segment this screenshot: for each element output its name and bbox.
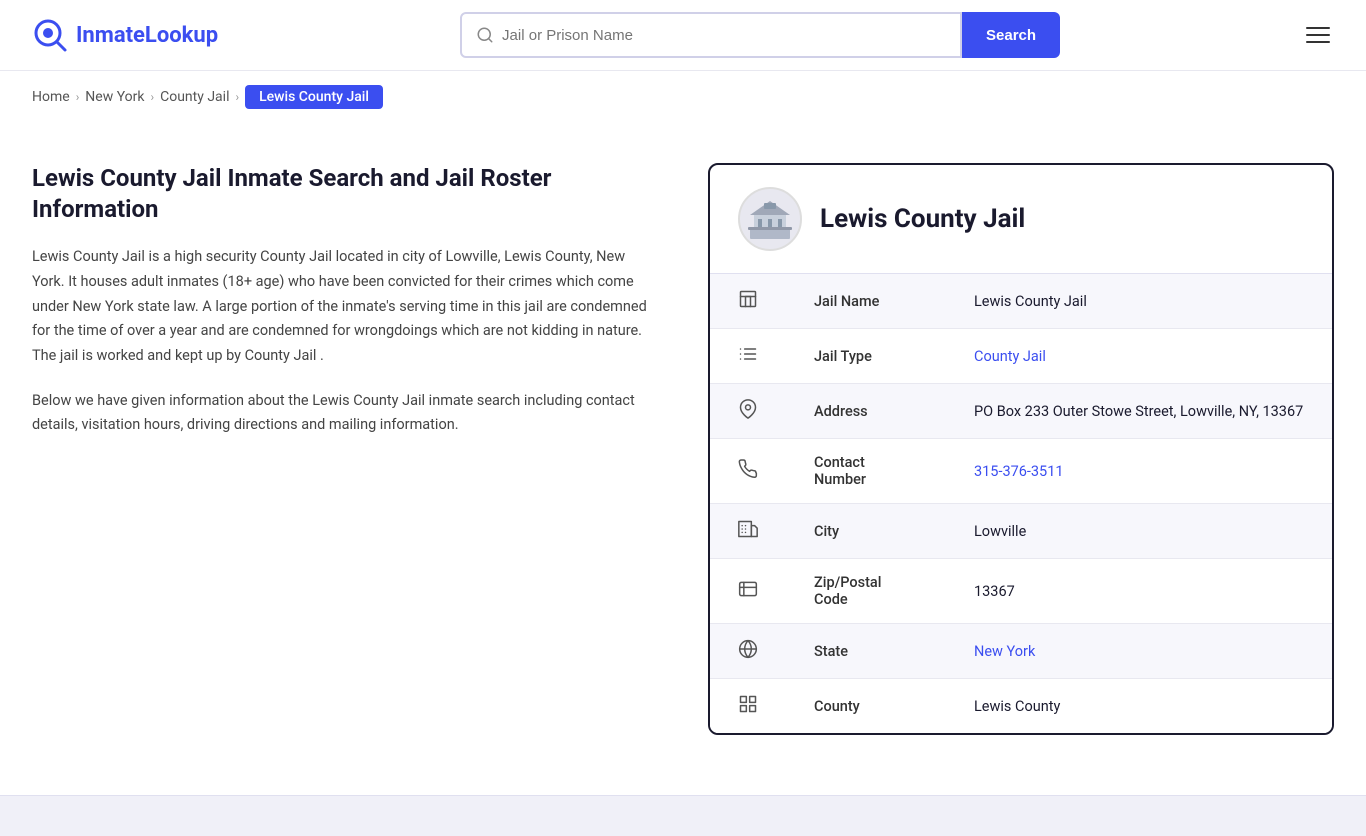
hamburger-menu[interactable]	[1302, 23, 1334, 47]
row-value[interactable]: County Jail	[946, 329, 1332, 384]
row-value[interactable]: New York	[946, 624, 1332, 679]
breadcrumb-sep-1: ›	[76, 90, 80, 104]
state-icon	[710, 624, 786, 679]
jail-avatar	[738, 187, 802, 251]
courthouse-icon	[746, 195, 794, 243]
table-row: Zip/Postal Code13367	[710, 559, 1332, 624]
row-label: Jail Type	[786, 329, 946, 384]
row-label: Contact Number	[786, 439, 946, 504]
row-value: PO Box 233 Outer Stowe Street, Lowville,…	[946, 384, 1332, 439]
left-panel: Lewis County Jail Inmate Search and Jail…	[32, 163, 668, 735]
building-icon	[710, 274, 786, 329]
city-icon	[710, 504, 786, 559]
table-row: Jail TypeCounty Jail	[710, 329, 1332, 384]
row-label: County	[786, 679, 946, 734]
row-value: Lewis County	[946, 679, 1332, 734]
search-icon	[476, 26, 494, 44]
table-row: StateNew York	[710, 624, 1332, 679]
table-row: AddressPO Box 233 Outer Stowe Street, Lo…	[710, 384, 1332, 439]
county-icon	[710, 679, 786, 734]
info-table: Jail NameLewis County JailJail TypeCount…	[710, 274, 1332, 733]
phone-icon	[710, 439, 786, 504]
breadcrumb-home[interactable]: Home	[32, 89, 70, 105]
row-label: State	[786, 624, 946, 679]
right-panel: Lewis County Jail Jail NameLewis County …	[708, 163, 1334, 735]
row-label: Address	[786, 384, 946, 439]
footer-bar	[0, 795, 1366, 836]
page-title: Lewis County Jail Inmate Search and Jail…	[32, 163, 658, 225]
info-card: Lewis County Jail Jail NameLewis County …	[708, 163, 1334, 735]
search-area: Search	[460, 12, 1060, 58]
page-description-1: Lewis County Jail is a high security Cou…	[32, 245, 658, 368]
zip-icon	[710, 559, 786, 624]
row-value: Lewis County Jail	[946, 274, 1332, 329]
card-header: Lewis County Jail	[710, 165, 1332, 274]
logo-icon	[32, 17, 68, 53]
card-title: Lewis County Jail	[820, 204, 1025, 234]
row-value: Lowville	[946, 504, 1332, 559]
breadcrumb-category[interactable]: County Jail	[160, 89, 229, 105]
logo-text: InmateLookup	[76, 23, 218, 48]
hamburger-line-1	[1306, 27, 1330, 29]
main-content: Lewis County Jail Inmate Search and Jail…	[0, 123, 1366, 775]
hamburger-line-2	[1306, 34, 1330, 36]
row-label: Zip/Postal Code	[786, 559, 946, 624]
table-row: CountyLewis County	[710, 679, 1332, 734]
header: InmateLookup Search	[0, 0, 1366, 71]
page-description-2: Below we have given information about th…	[32, 389, 658, 438]
hamburger-line-3	[1306, 41, 1330, 43]
search-input[interactable]	[502, 27, 946, 44]
search-box	[460, 12, 962, 58]
row-value: 13367	[946, 559, 1332, 624]
logo-link[interactable]: InmateLookup	[32, 17, 218, 53]
search-button[interactable]: Search	[962, 12, 1060, 58]
breadcrumb-sep-2: ›	[151, 90, 155, 104]
breadcrumb-sep-3: ›	[235, 90, 239, 104]
breadcrumb: Home › New York › County Jail › Lewis Co…	[0, 71, 1366, 123]
breadcrumb-current: Lewis County Jail	[245, 85, 383, 109]
table-row: CityLowville	[710, 504, 1332, 559]
table-row: Contact Number315-376-3511	[710, 439, 1332, 504]
row-value[interactable]: 315-376-3511	[946, 439, 1332, 504]
list-icon	[710, 329, 786, 384]
location-icon	[710, 384, 786, 439]
table-row: Jail NameLewis County Jail	[710, 274, 1332, 329]
breadcrumb-state[interactable]: New York	[85, 89, 144, 105]
row-label: Jail Name	[786, 274, 946, 329]
row-label: City	[786, 504, 946, 559]
